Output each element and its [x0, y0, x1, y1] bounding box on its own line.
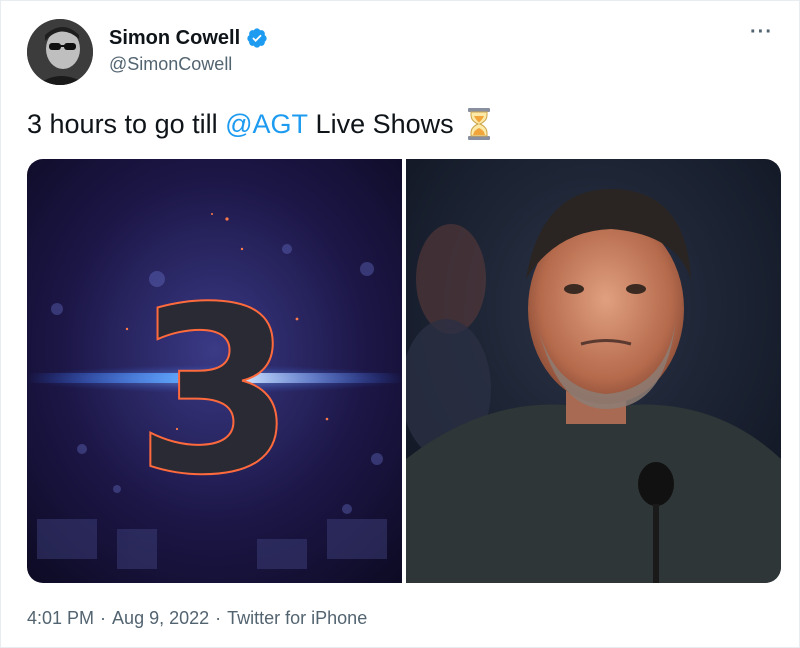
meta-separator: ·	[215, 608, 222, 628]
tweet-meta: 4:01 PM · Aug 9, 2022 · Twitter for iPho…	[27, 608, 367, 629]
author-handle[interactable]: @SimonCowell	[109, 54, 232, 75]
hourglass-icon	[466, 107, 492, 141]
tweet-text: 3 hours to go till @AGT Live Shows	[27, 107, 492, 141]
countdown-image[interactable]: 3	[27, 159, 402, 583]
tweet-date[interactable]: Aug 9, 2022	[112, 608, 209, 629]
avatar[interactable]	[27, 19, 93, 85]
tweet-time[interactable]: 4:01 PM	[27, 608, 94, 629]
tweet-text-part: 3 hours to go till	[27, 108, 226, 139]
tweet-card: Simon Cowell @SimonCowell ··· 3 hours to…	[0, 0, 800, 648]
verified-badge-icon	[246, 27, 268, 49]
author-name-row[interactable]: Simon Cowell	[109, 25, 268, 51]
tweet-source[interactable]: Twitter for iPhone	[227, 608, 367, 629]
mention-link[interactable]: @AGT	[225, 109, 308, 140]
tweet-text-part: Live Shows	[308, 108, 454, 139]
tweet-media[interactable]: 3	[27, 159, 781, 583]
display-name[interactable]: Simon Cowell	[109, 27, 240, 50]
countdown-number: 3	[135, 259, 295, 526]
meta-separator: ·	[100, 608, 107, 628]
judge-photo[interactable]	[406, 159, 781, 583]
more-options-icon[interactable]: ···	[750, 21, 773, 44]
